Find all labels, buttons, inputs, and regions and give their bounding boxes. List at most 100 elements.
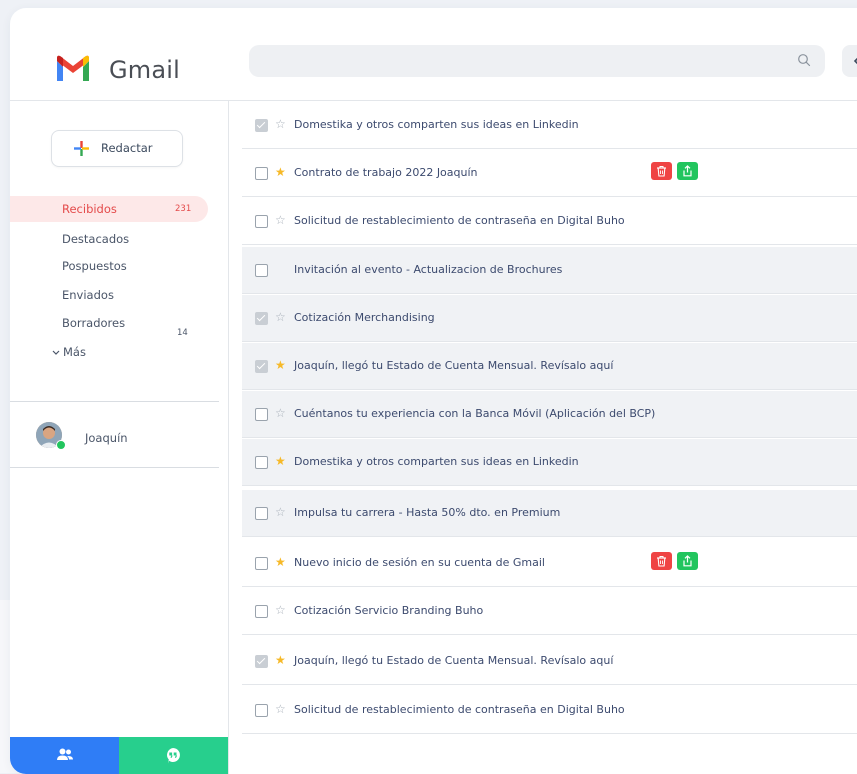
contacts-button[interactable] bbox=[10, 737, 119, 774]
row-divider bbox=[242, 733, 857, 734]
email-row[interactable]: ☆ Domestika y otros comparten sus ideas e… bbox=[242, 102, 857, 149]
user-name: Joaquín bbox=[85, 431, 128, 445]
sidebar-item-recibidos[interactable]: Recibidos 231 bbox=[10, 196, 208, 222]
row-divider bbox=[242, 684, 857, 685]
more-label: Más bbox=[63, 345, 86, 359]
email-subject: Contrato de trabajo 2022 Joaquín bbox=[294, 166, 478, 179]
drafts-count: 14 bbox=[177, 328, 188, 338]
row-checkbox[interactable] bbox=[255, 312, 268, 325]
sidebar-item-label: Borradores bbox=[62, 316, 126, 330]
row-divider bbox=[242, 485, 857, 486]
star-icon[interactable]: ★ bbox=[275, 453, 286, 469]
row-divider bbox=[242, 341, 857, 342]
row-checkbox[interactable] bbox=[255, 456, 268, 469]
unread-count-badge: 231 bbox=[175, 204, 192, 214]
email-row[interactable]: ★ Joaquín, llegó tu Estado de Cuenta Mens… bbox=[242, 343, 857, 390]
row-checkbox[interactable] bbox=[255, 215, 268, 228]
star-icon[interactable]: ★ bbox=[275, 164, 286, 180]
app-window: Gmail Redactar Recibidos 231 Destacados … bbox=[10, 8, 857, 774]
email-row[interactable]: ☆ Cuéntanos tu experiencia con la Banca M… bbox=[242, 391, 857, 438]
email-row[interactable]: ☆ Solicitud de restablecimiento de contra… bbox=[242, 687, 857, 734]
share-icon bbox=[683, 165, 692, 177]
trash-icon bbox=[657, 166, 666, 177]
star-icon[interactable]: ☆ bbox=[275, 116, 286, 132]
email-subject: Solicitud de restablecimiento de contras… bbox=[294, 703, 625, 716]
sidebar-separator bbox=[10, 467, 219, 468]
row-checkbox[interactable] bbox=[255, 360, 268, 373]
row-divider bbox=[242, 536, 857, 537]
email-row[interactable]: ★ Domestika y otros comparten sus ideas e… bbox=[242, 439, 857, 486]
star-icon[interactable]: ☆ bbox=[275, 212, 286, 228]
star-icon[interactable]: ☆ bbox=[275, 701, 286, 717]
sidebar-item-label: Recibidos bbox=[62, 202, 117, 216]
row-divider bbox=[242, 634, 857, 635]
row-divider bbox=[242, 293, 857, 294]
email-subject: Cuéntanos tu experiencia con la Banca Mó… bbox=[294, 407, 656, 420]
star-icon[interactable]: ☆ bbox=[275, 309, 286, 325]
sidebar-more-toggle[interactable]: Más bbox=[52, 345, 86, 359]
star-icon[interactable]: ★ bbox=[275, 357, 286, 373]
row-divider bbox=[242, 196, 857, 197]
compose-label: Redactar bbox=[101, 141, 153, 155]
share-button[interactable] bbox=[677, 162, 698, 180]
email-row[interactable]: ☆ Solicitud de restablecimiento de contra… bbox=[242, 198, 857, 245]
email-subject: Invitación al evento - Actualizacion de … bbox=[294, 263, 563, 276]
row-checkbox[interactable] bbox=[255, 507, 268, 520]
delete-button[interactable] bbox=[651, 552, 672, 570]
search-bar[interactable] bbox=[249, 45, 825, 77]
email-row[interactable]: ★ Nuevo inicio de sesión en su cuenta de … bbox=[242, 540, 857, 587]
chevron-left-icon bbox=[853, 57, 857, 65]
row-divider bbox=[242, 437, 857, 438]
star-icon[interactable]: ☆ bbox=[275, 602, 286, 618]
email-row[interactable]: ☆ Cotización Merchandising bbox=[242, 295, 857, 342]
row-checkbox[interactable] bbox=[255, 605, 268, 618]
chat-quote-icon bbox=[167, 748, 180, 764]
email-row[interactable]: ★ Joaquín, llegó tu Estado de Cuenta Mens… bbox=[242, 638, 857, 685]
sidebar-separator bbox=[10, 401, 219, 402]
online-status-indicator bbox=[56, 440, 66, 450]
row-checkbox[interactable] bbox=[255, 704, 268, 717]
chevron-down-icon bbox=[52, 350, 60, 355]
email-subject: Cotización Merchandising bbox=[294, 311, 435, 324]
share-button[interactable] bbox=[677, 552, 698, 570]
header-divider bbox=[10, 100, 857, 101]
star-icon[interactable]: ☆ bbox=[275, 504, 286, 520]
compose-button[interactable]: Redactar bbox=[51, 130, 183, 167]
gmail-logo-icon bbox=[57, 55, 89, 81]
share-icon bbox=[683, 555, 692, 567]
email-subject: Cotización Servicio Branding Buho bbox=[294, 604, 484, 617]
email-row[interactable]: ★ Contrato de trabajo 2022 Joaquín bbox=[242, 150, 857, 197]
email-subject: Impulsa tu carrera - Hasta 50% dto. en P… bbox=[294, 506, 561, 519]
row-checkbox[interactable] bbox=[255, 655, 268, 668]
trash-icon bbox=[657, 556, 666, 567]
email-subject: Joaquín, llegó tu Estado de Cuenta Mensu… bbox=[294, 359, 614, 372]
email-subject: Domestika y otros comparten sus ideas en… bbox=[294, 455, 579, 468]
back-button[interactable] bbox=[842, 45, 857, 77]
sidebar-item-label: Pospuestos bbox=[62, 259, 127, 273]
sidebar-item-label: Destacados bbox=[62, 232, 130, 246]
sidebar-item-label: Enviados bbox=[62, 288, 114, 302]
delete-button[interactable] bbox=[651, 162, 672, 180]
row-divider bbox=[242, 586, 857, 587]
row-checkbox[interactable] bbox=[255, 119, 268, 132]
email-row[interactable]: ☆ Impulsa tu carrera - Hasta 50% dto. en … bbox=[242, 490, 857, 537]
email-row[interactable]: Invitación al evento - Actualizacion de … bbox=[242, 247, 857, 294]
row-checkbox[interactable] bbox=[255, 557, 268, 570]
email-subject: Joaquín, llegó tu Estado de Cuenta Mensu… bbox=[294, 654, 614, 667]
plus-icon bbox=[74, 141, 89, 156]
row-checkbox[interactable] bbox=[255, 167, 268, 180]
email-subject: Nuevo inicio de sesión en su cuenta de G… bbox=[294, 556, 545, 569]
chat-button[interactable] bbox=[119, 737, 228, 774]
star-icon[interactable]: ★ bbox=[275, 554, 286, 570]
email-row[interactable]: ☆ Cotización Servicio Branding Buho bbox=[242, 588, 857, 635]
search-icon[interactable] bbox=[797, 53, 811, 67]
star-icon[interactable]: ☆ bbox=[275, 405, 286, 421]
row-checkbox[interactable] bbox=[255, 408, 268, 421]
app-title: Gmail bbox=[109, 56, 181, 84]
star-icon[interactable]: ★ bbox=[275, 652, 286, 668]
sidebar-divider bbox=[228, 100, 229, 774]
row-divider bbox=[242, 244, 857, 245]
row-checkbox[interactable] bbox=[255, 264, 268, 277]
row-divider bbox=[242, 389, 857, 390]
users-icon bbox=[57, 748, 73, 760]
